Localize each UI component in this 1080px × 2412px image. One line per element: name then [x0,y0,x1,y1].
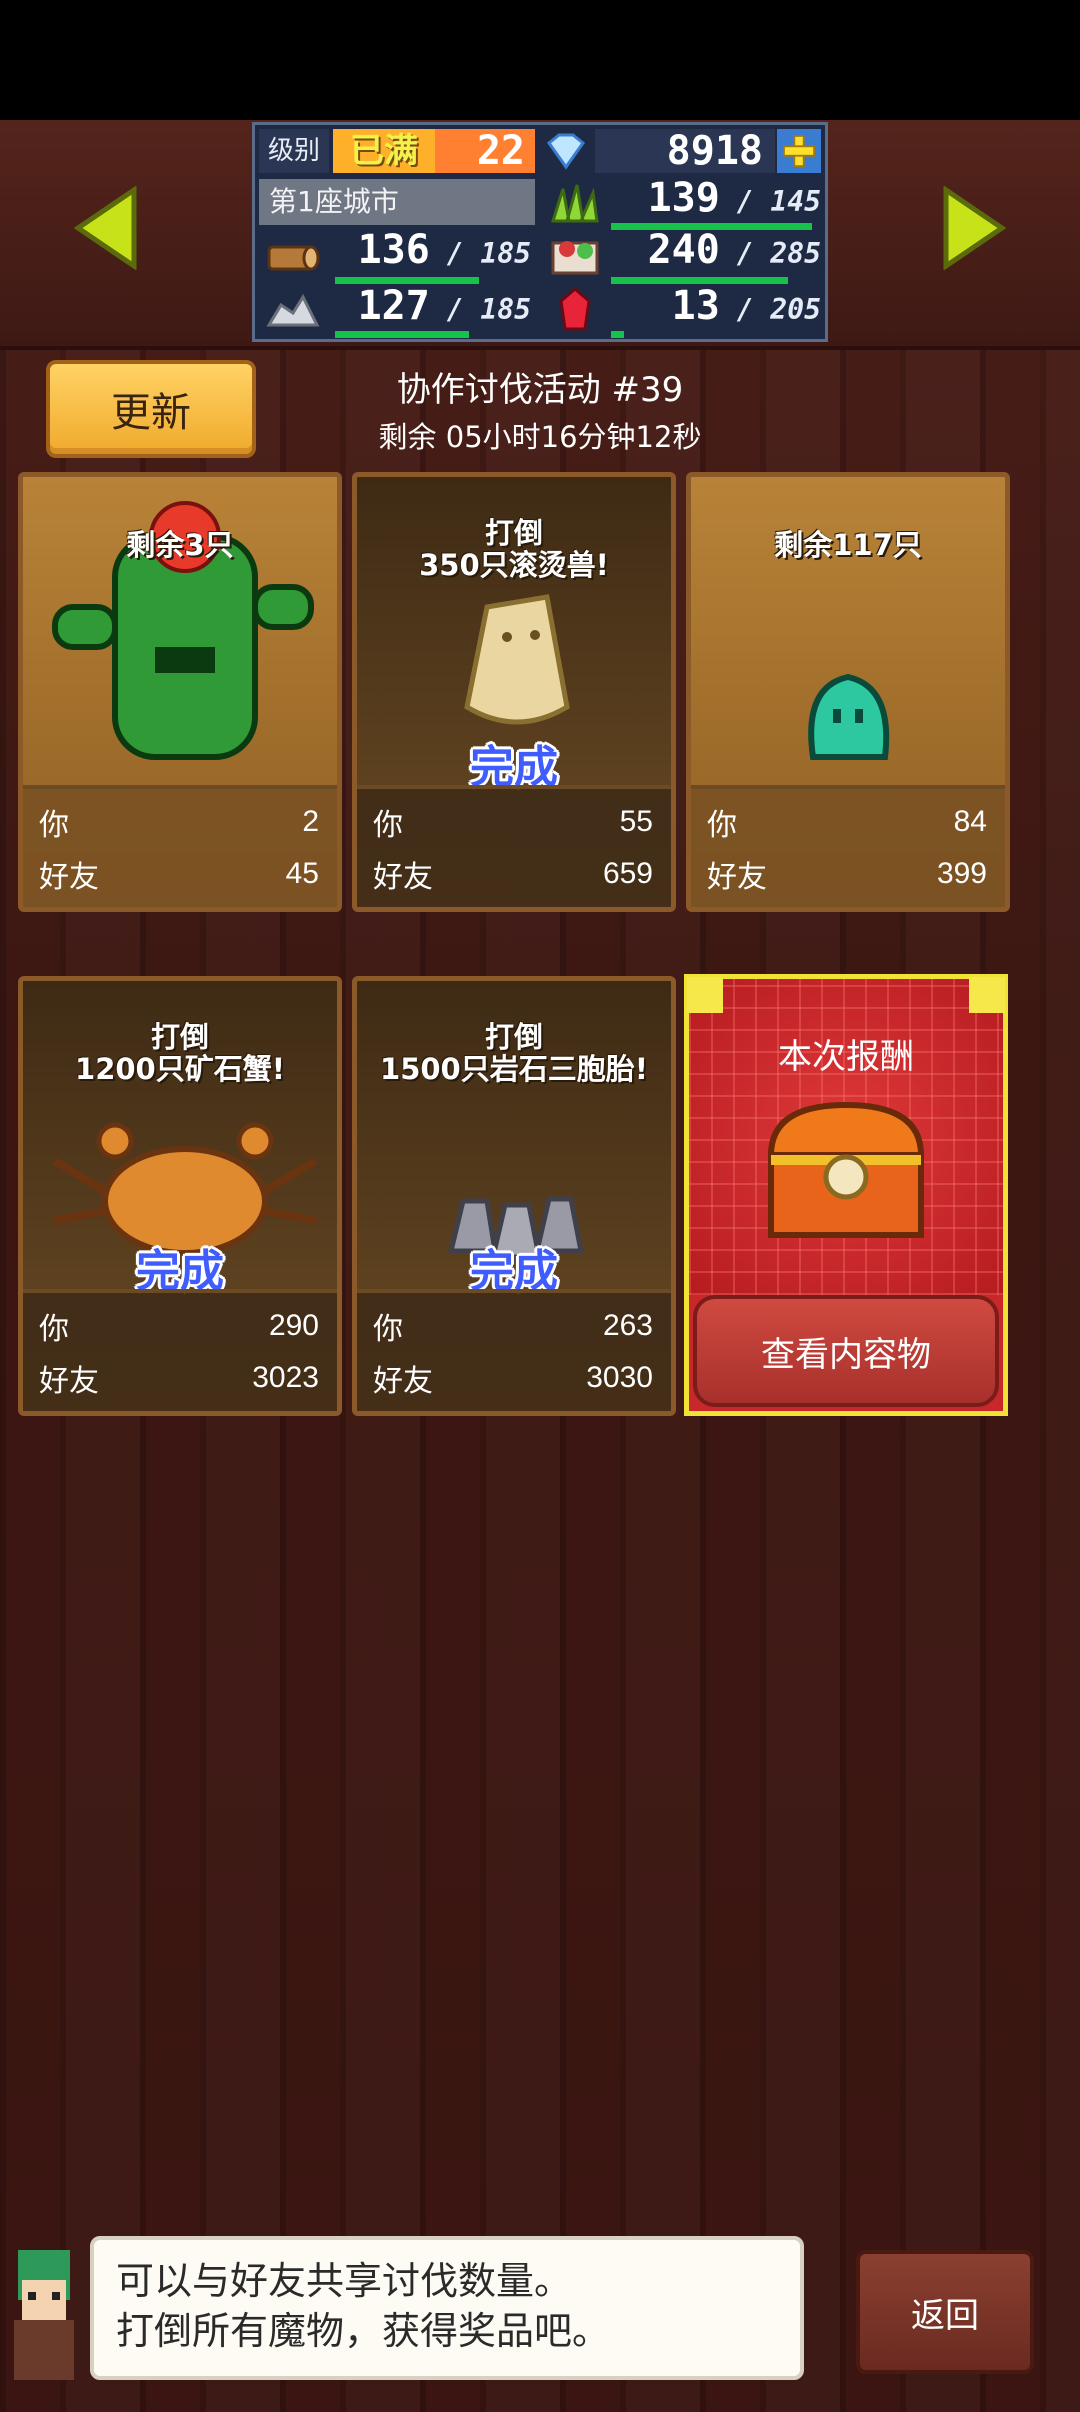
monster-card-cactus[interactable]: 剩余3只 你2 好友 45 [18,472,342,912]
friend-count: 659 [602,857,653,890]
card-stats: 你 290 好友 3023 [23,1289,337,1411]
friend-label: 好友 [39,860,99,895]
wood-value: 136 / 185 [357,227,531,273]
prev-arrow-button[interactable] [73,185,138,271]
sand-beast-icon [464,594,570,725]
level-label: 级别 [259,129,329,173]
corner-ornament [969,977,1005,1013]
friend-count: 399 [936,857,987,890]
event-title: 协作讨伐活动 #39 [396,370,684,410]
message-line-1: 可以与好友共享讨伐数量。 [116,2259,573,2303]
level-value: 22 [435,129,535,173]
guide-avatar [14,2250,74,2380]
monster-card-slime[interactable]: 剩余117只 你 84 好友 399 [686,472,1010,912]
view-contents-button[interactable]: 查看内容物 [693,1295,999,1407]
friend-row: 好友 45 [39,849,319,899]
you-label: 你 [373,808,403,843]
ruby-value: 13 / 205 [671,283,821,329]
card-stats: 你 84 好友 399 [691,785,1005,907]
card-title: 打倒 1200只矿石蟹! [75,1020,285,1086]
arrow-left-icon [73,185,137,271]
resource-hud: 级别 已满 22 8918 第1座城市 136 / 185 127 / 185 … [252,122,828,342]
stone-bar [335,331,469,338]
monster-card-rock-triplets[interactable]: 打倒 1500只岩石三胞胎! 完成 你 263 好友 3030 [352,976,676,1416]
you-label: 你 [373,1312,403,1347]
reward-card: 本次报酬 查看内容物 [684,974,1008,1416]
plus-icon [782,134,816,168]
slime-monster-icon [808,673,890,760]
treasure-chest-icon [767,1101,925,1238]
you-row: 你2 [39,797,319,847]
friend-label: 好友 [707,860,767,895]
food-icon [545,231,605,281]
you-count: 84 [953,805,987,838]
you-row: 你 263 [373,1301,653,1351]
guide-message: 可以与好友共享讨伐数量。 打倒所有魔物，获得奖品吧。 [90,2236,804,2380]
card-title: 打倒 1500只岩石三胞胎! [380,1020,648,1086]
card-title: 打倒 350只滚烫兽! [419,516,609,582]
friend-row: 好友 399 [707,849,987,899]
card-title: 剩余117只 [774,528,922,562]
arrow-right-icon [943,185,1007,271]
gem-count: 8918 [595,129,775,173]
time-remaining: 剩余 05小时16分钟12秒 [378,420,702,454]
stone-value: 127 / 185 [357,283,531,329]
friend-count: 3030 [586,1361,653,1394]
level-max-badge: 已满 [333,129,435,173]
grass-value: 139 / 145 [647,175,821,221]
diamond-icon [541,129,591,173]
you-label: 你 [39,808,69,843]
message-line-2: 打倒所有魔物，获得奖品吧。 [116,2309,611,2353]
stone-icon [263,285,323,335]
reward-title: 本次报酬 [778,1037,914,1077]
you-row: 你 55 [373,797,653,847]
you-count: 290 [268,1309,319,1342]
you-row: 你 84 [707,797,987,847]
friend-label: 好友 [373,1364,433,1399]
friend-label: 好友 [39,1364,99,1399]
ruby-icon [545,285,605,335]
card-stats: 你2 好友 45 [23,785,337,907]
grass-icon [545,179,605,229]
ruby-bar [611,331,624,338]
back-button[interactable]: 返回 [856,2250,1034,2374]
card-stats: 你 263 好友 3030 [357,1289,671,1411]
friend-row: 好友 3030 [373,1353,653,1403]
wood-icon [263,231,323,281]
you-count: 2 [302,805,319,838]
friend-count: 45 [285,857,319,890]
next-arrow-button[interactable] [942,185,1007,271]
add-gems-button[interactable] [777,129,821,173]
you-label: 你 [39,1312,69,1347]
you-row: 你 290 [39,1301,319,1351]
card-stats: 你 55 好友 659 [357,785,671,907]
card-title: 剩余3只 [126,528,234,562]
you-count: 55 [619,805,653,838]
monster-card-crab[interactable]: 打倒 1200只矿石蟹! 完成 你 290 好友 3023 [18,976,342,1416]
friend-row: 好友 659 [373,849,653,899]
status-bar [0,0,1080,120]
friend-count: 3023 [252,1361,319,1394]
you-count: 263 [602,1309,653,1342]
monster-card-blob[interactable]: 打倒 350只滚烫兽! 完成 你 55 好友 659 [352,472,676,912]
friend-label: 好友 [373,860,433,895]
refresh-button[interactable]: 更新 [46,360,256,458]
friend-row: 好友 3023 [39,1353,319,1403]
food-value: 240 / 285 [647,227,821,273]
corner-ornament [687,977,723,1013]
you-label: 你 [707,808,737,843]
city-name: 第1座城市 [259,179,535,225]
